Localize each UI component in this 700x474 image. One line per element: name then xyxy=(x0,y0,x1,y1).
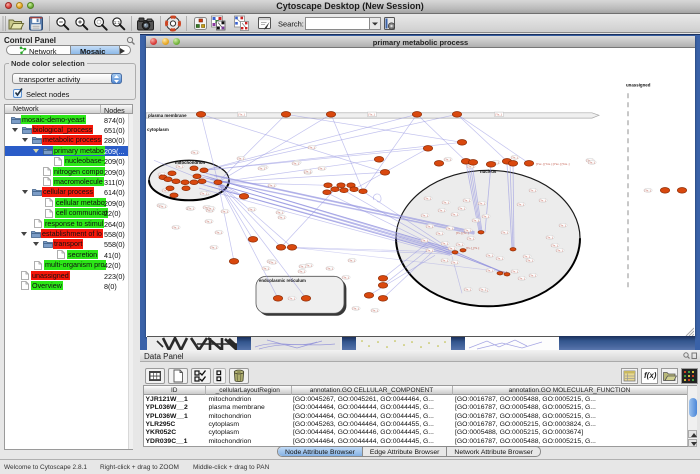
svg-text:[Yx..]: [Yx..] xyxy=(452,260,458,264)
svg-text:[Yx..]: [Yx..] xyxy=(369,112,375,116)
svg-text:[Yx..]: [Yx..] xyxy=(479,201,485,205)
svg-text:[Yx..]: [Yx..] xyxy=(299,269,305,273)
svg-text:[Yx..]: [Yx..] xyxy=(465,287,471,291)
svg-text:[Yx..]: [Yx..] xyxy=(239,112,245,116)
svg-text:[Yx..]: [Yx..] xyxy=(422,213,428,217)
svg-text:endoplasmic reticulum: endoplasmic reticulum xyxy=(259,278,306,283)
svg-text:[Yx..]: [Yx..] xyxy=(372,308,378,312)
svg-text:[Yx..]: [Yx..] xyxy=(457,242,463,246)
svg-text:[Yx..]: [Yx..] xyxy=(327,266,333,270)
svg-text:[Yx..]: [Yx..] xyxy=(263,266,269,270)
svg-text:[Yx..]: [Yx..] xyxy=(422,238,428,242)
svg-text:[Yx..]: [Yx..] xyxy=(519,276,525,280)
svg-text:[Yx..]: [Yx..] xyxy=(437,231,443,235)
svg-text:[Yx..]: [Yx..] xyxy=(547,235,553,239)
svg-text:[Yx..]: [Yx..] xyxy=(427,224,433,228)
svg-text:[Yx..]: [Yx..] xyxy=(464,198,470,202)
svg-text:[Yx..]: [Yx..] xyxy=(208,206,214,210)
svg-text:[Yx..]: [Yx..] xyxy=(211,245,217,249)
svg-text:[Yx..] [Yx..]: [Yx..] [Yx..] xyxy=(456,231,469,235)
svg-text:[Yx..]: [Yx..] xyxy=(530,273,536,277)
svg-text:[Yx..]: [Yx..] xyxy=(300,264,306,268)
svg-text:[Yx..]: [Yx..] xyxy=(487,268,493,272)
svg-text:[Yx..]: [Yx..] xyxy=(487,253,493,257)
svg-text:[Yx..]: [Yx..] xyxy=(201,191,207,195)
svg-text:[Yx..]: [Yx..] xyxy=(560,223,566,227)
svg-text:[Yx..]: [Yx..] xyxy=(497,256,503,260)
svg-text:[Yx..]: [Yx..] xyxy=(496,112,502,116)
svg-text:[Yx..]: [Yx..] xyxy=(540,198,546,202)
svg-text:[Yx..]: [Yx..] xyxy=(427,248,433,252)
svg-text:[Yx..]: [Yx..] xyxy=(468,236,474,240)
svg-text:[Yx..]: [Yx..] xyxy=(439,208,445,212)
svg-text:[Yxx..] [Yxx..] [Yxx..] [Yxx..: [Yxx..] [Yxx..] [Yxx..] [Yxx..] xyxy=(536,161,570,165)
svg-text:[Yx..]: [Yx..] xyxy=(343,275,349,279)
svg-text:[Yx..]: [Yx..] xyxy=(353,306,359,310)
svg-text:[Yx..]: [Yx..] xyxy=(309,145,315,149)
svg-text:[Yx..]: [Yx..] xyxy=(222,209,228,213)
svg-text:[Yx..]: [Yx..] xyxy=(319,166,325,170)
svg-text:[Yx..]: [Yx..] xyxy=(552,243,558,247)
svg-text:[Yx..]: [Yx..] xyxy=(305,169,311,173)
svg-text:[Yx..]: [Yx..] xyxy=(645,188,651,192)
svg-text:[Yx..]: [Yx..] xyxy=(473,218,479,222)
svg-text:cytoplasm: cytoplasm xyxy=(147,127,169,132)
svg-text:[Yx..]: [Yx..] xyxy=(442,241,448,245)
svg-text:[Yx..]: [Yx..] xyxy=(530,188,536,192)
svg-text:[Yx..]: [Yx..] xyxy=(177,164,183,168)
svg-text:[Yx..]: [Yx..] xyxy=(192,150,198,154)
svg-text:[Yx..]: [Yx..] xyxy=(459,206,465,210)
svg-text:[Yx..]: [Yx..] xyxy=(249,207,255,211)
svg-text:[Yx..]: [Yx..] xyxy=(512,269,518,273)
svg-text:[Yx..]: [Yx..] xyxy=(216,230,222,234)
svg-text:[Yx..]: [Yx..] xyxy=(173,225,179,229)
svg-text:[Yx..]: [Yx..] xyxy=(527,258,533,262)
svg-text:[Yx..]: [Yx..] xyxy=(277,210,283,214)
svg-text:[Yx..]: [Yx..] xyxy=(289,296,295,300)
svg-text:[Yx..]: [Yx..] xyxy=(452,212,458,216)
svg-text:[Yx..]: [Yx..] xyxy=(445,157,451,161)
svg-text:[Yx..]: [Yx..] xyxy=(447,226,453,230)
svg-text:[Yx..]: [Yx..] xyxy=(480,287,486,291)
svg-text:[Yx..]: [Yx..] xyxy=(524,254,530,258)
svg-text:[Yx..]: [Yx..] xyxy=(442,258,448,262)
svg-text:1:1: 1:1 xyxy=(114,20,121,25)
svg-text:[Yx..]: [Yx..] xyxy=(443,200,449,204)
svg-text:[Yx..]: [Yx..] xyxy=(589,160,595,164)
svg-text:[Yx..]: [Yx..] xyxy=(206,219,212,223)
svg-text:[Yx..]: [Yx..] xyxy=(269,183,275,187)
svg-text:[Yx..]: [Yx..] xyxy=(160,204,166,208)
svg-text:[Yx..]: [Yx..] xyxy=(483,214,489,218)
svg-text:[Yx..]: [Yx..] xyxy=(259,166,265,170)
svg-text:unassigned: unassigned xyxy=(626,82,651,87)
svg-text:[Yx..]: [Yx..] xyxy=(512,155,518,159)
svg-text:plasma membrane: plasma membrane xyxy=(148,113,187,118)
svg-text:[Yx..]: [Yx..] xyxy=(293,161,299,165)
svg-text:[Yx..]: [Yx..] xyxy=(188,206,194,210)
svg-text:nucleus: nucleus xyxy=(480,169,497,174)
svg-text:[Yx..]: [Yx..] xyxy=(425,196,431,200)
svg-text:[Yx..]_[Yx..]: [Yx..]_[Yx..] xyxy=(466,246,480,250)
svg-text:[Yx..]: [Yx..] xyxy=(279,215,285,219)
svg-text:[Yx..]: [Yx..] xyxy=(518,202,524,206)
svg-text:[Yx..]: [Yx..] xyxy=(238,156,244,160)
svg-text:[Yx..]: [Yx..] xyxy=(349,258,355,262)
svg-text:[Yx..]: [Yx..] xyxy=(557,248,563,252)
svg-text:[Yx..]: [Yx..] xyxy=(502,230,508,234)
svg-text:[Yx..]: [Yx..] xyxy=(449,246,455,250)
svg-text:Search:: Search: xyxy=(278,20,304,29)
svg-text:[Yx..]: [Yx..] xyxy=(270,260,276,264)
